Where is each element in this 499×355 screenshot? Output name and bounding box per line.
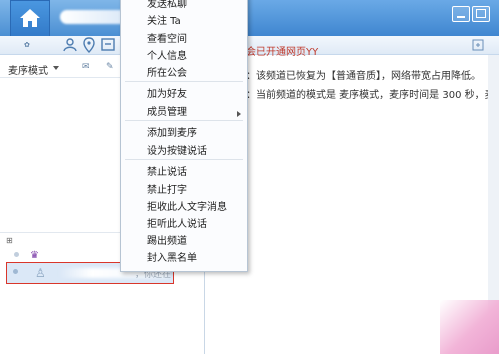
settings-small-icon: ✿ <box>24 41 30 49</box>
menu-item-view-space[interactable]: 查看空间 <box>147 30 187 45</box>
menu-item-kick-from-channel[interactable]: 踢出频道 <box>147 232 187 247</box>
menu-item-ban-typing[interactable]: 禁止打字 <box>147 181 187 196</box>
menu-separator <box>125 120 243 121</box>
menu-item-ban-speak[interactable]: 禁止说话 <box>147 163 187 178</box>
chevron-right-icon <box>237 111 241 117</box>
maximize-icon <box>476 9 486 18</box>
vip-icon: ♛ <box>30 250 39 261</box>
user-icon[interactable] <box>62 37 78 53</box>
menu-item-personal-info[interactable]: 个人信息 <box>147 47 187 62</box>
location-icon[interactable] <box>81 37 97 53</box>
chevron-down-icon[interactable] <box>53 66 59 70</box>
message-line: ：该频道已恢复为【普通音质】，网络带宽占用降低。 <box>246 71 481 82</box>
mode-selector-label[interactable]: 麦序模式 <box>8 62 48 77</box>
maximize-button[interactable] <box>472 6 490 22</box>
menu-item-blacklist[interactable]: 封入黑名单 <box>147 249 197 264</box>
person-icon: ♙ <box>35 266 46 280</box>
menu-separator <box>125 81 243 82</box>
edit-icon[interactable]: ✎ <box>106 62 114 72</box>
menu-item-set-push-to-talk[interactable]: 设为按键说话 <box>147 142 207 157</box>
window-icon[interactable] <box>100 37 116 53</box>
home-icon <box>20 9 40 27</box>
menu-separator <box>125 159 243 160</box>
user-context-menu: 发送私聊关注 Ta 查看空间个人信息所在公会加为好友成员管理添加到麦序设为按键说话… <box>120 0 248 272</box>
menu-item-mute-user[interactable]: 拒听此人说话 <box>147 215 207 230</box>
tree-node-bullet <box>13 269 18 274</box>
message-line: 会已开通网页YY <box>246 47 319 58</box>
menu-item-member-management[interactable]: 成员管理 <box>147 103 187 118</box>
expand-icon[interactable] <box>470 37 486 53</box>
minimize-button[interactable] <box>452 6 470 22</box>
expand-tree-icon[interactable]: ⊞ <box>6 236 13 245</box>
message-line: ：当前频道的模式是 麦序模式，麦序时间是 300 秒，麦序第 <box>246 90 499 101</box>
minimize-icon <box>457 16 465 18</box>
decorative-corner <box>440 300 499 354</box>
menu-item-guild[interactable]: 所在公会 <box>147 64 187 79</box>
menu-item-block-text-messages[interactable]: 拒收此人文字消息 <box>147 198 227 213</box>
chat-icon[interactable]: ✉ <box>82 62 90 72</box>
menu-item-add-friend[interactable]: 加为好友 <box>147 85 187 100</box>
menu-item-add-to-mic-queue[interactable]: 添加到麦序 <box>147 124 197 139</box>
menu-item-send-private-chat[interactable]: 发送私聊 <box>147 0 187 10</box>
menu-item-follow[interactable]: 关注 Ta <box>147 12 181 27</box>
tree-node-bullet <box>14 252 19 257</box>
